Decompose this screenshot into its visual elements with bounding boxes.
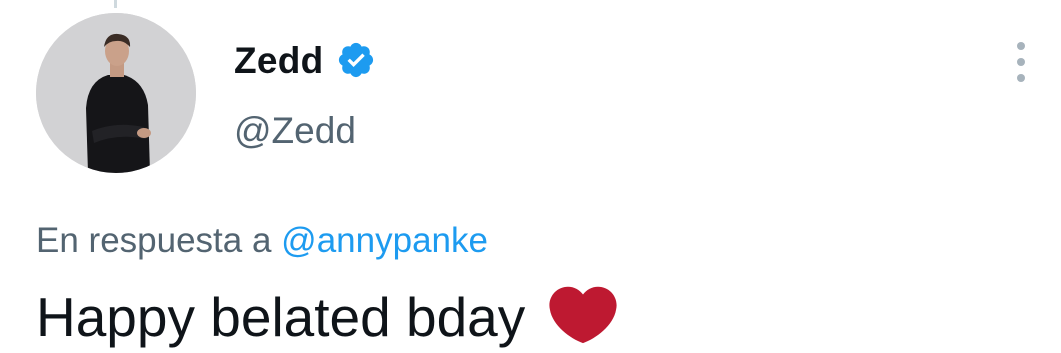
author-handle[interactable]: @Zedd	[234, 107, 356, 155]
author-name-row[interactable]: Zedd	[234, 36, 376, 84]
reply-mention-link[interactable]: @annypanke	[281, 221, 488, 260]
reply-context: En respuesta a @annypanke	[36, 217, 488, 265]
tweet-text: Happy belated bday	[36, 282, 617, 352]
avatar-photo	[36, 13, 196, 173]
more-dot	[1017, 42, 1025, 50]
reply-prefix: En respuesta a	[36, 221, 272, 260]
heart-icon	[549, 286, 617, 344]
thread-connector-line	[114, 0, 117, 8]
tweet-body: Happy belated bday	[36, 286, 526, 348]
more-options-icon[interactable]	[1011, 42, 1031, 82]
avatar[interactable]	[36, 13, 196, 173]
author-display-name[interactable]: Zedd	[234, 42, 324, 79]
more-dot	[1017, 58, 1025, 66]
verified-badge-icon	[338, 42, 373, 78]
more-dot	[1017, 74, 1025, 82]
